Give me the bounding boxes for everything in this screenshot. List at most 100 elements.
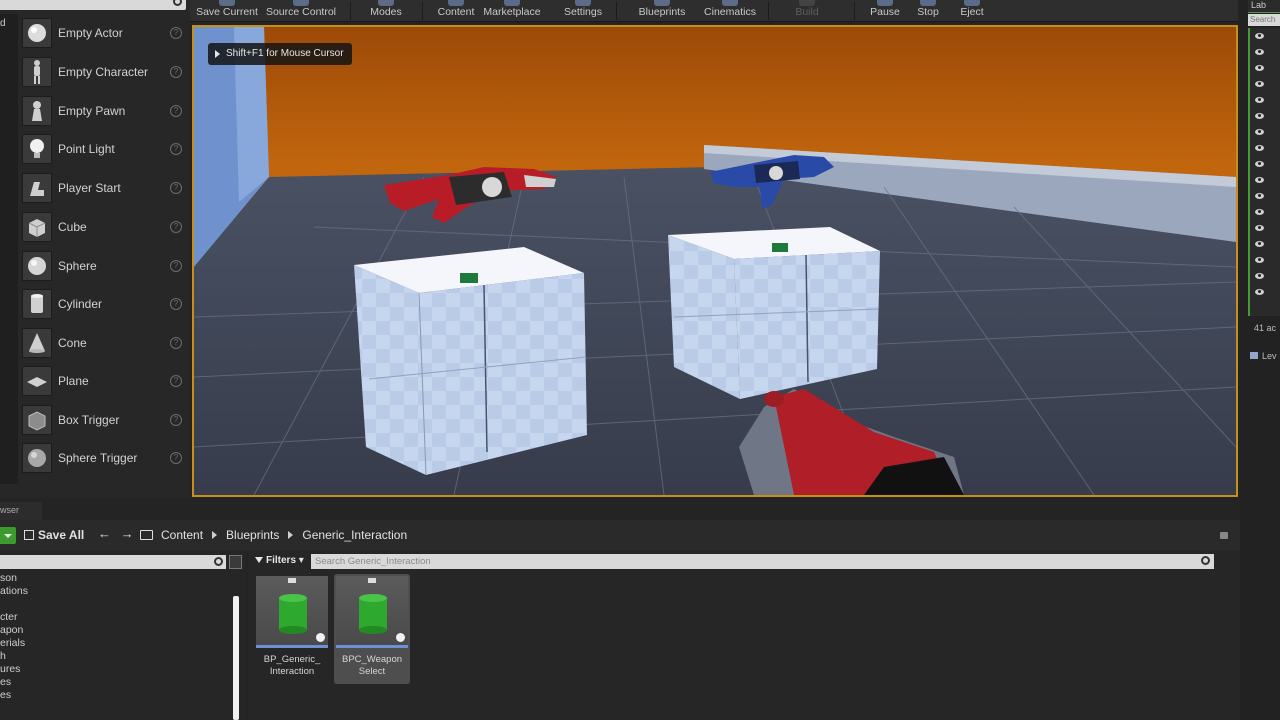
folder-tree-item[interactable]: es <box>0 676 11 688</box>
modes-button[interactable]: Modes <box>364 0 408 22</box>
folder-tree-item[interactable]: cter <box>0 611 18 623</box>
visibility-eye-icon[interactable] <box>1255 65 1264 71</box>
save-current-button[interactable]: Save Current <box>196 0 258 22</box>
info-icon[interactable]: ? <box>170 337 182 349</box>
visibility-eye-icon[interactable] <box>1255 145 1264 151</box>
outliner-search-input[interactable]: Search <box>1248 14 1280 26</box>
cinematics-button[interactable]: Cinematics <box>700 0 760 22</box>
info-icon[interactable]: ? <box>170 66 182 78</box>
sphere-icon <box>22 18 52 48</box>
player-start-icon <box>22 173 52 203</box>
visibility-eye-icon[interactable] <box>1255 113 1264 119</box>
breadcrumb-item-content[interactable]: Content <box>161 528 203 542</box>
info-icon[interactable]: ? <box>170 27 182 39</box>
unreal-editor-window: Save Current Source Control Modes Conten… <box>0 0 1280 720</box>
info-icon[interactable]: ? <box>170 452 182 464</box>
visibility-eye-icon[interactable] <box>1255 257 1264 263</box>
pause-button[interactable]: Pause <box>866 0 904 22</box>
visibility-eye-icon[interactable] <box>1255 49 1264 55</box>
visibility-eye-icon[interactable] <box>1255 193 1264 199</box>
asset-search-input[interactable]: Search Generic_Interaction <box>311 554 1214 569</box>
save-all-button[interactable]: Save All <box>24 528 84 542</box>
place-item-cylinder[interactable]: Cylinder ? <box>22 286 186 322</box>
visibility-eye-icon[interactable] <box>1255 289 1264 295</box>
history-nav-arrows[interactable]: ← → <box>98 526 137 541</box>
levels-icon <box>1250 352 1258 359</box>
info-icon[interactable]: ? <box>170 414 182 426</box>
toolbar-separator <box>422 2 423 20</box>
info-icon[interactable]: ? <box>170 298 182 310</box>
box-trigger-icon <box>22 405 52 435</box>
info-icon[interactable]: ? <box>170 375 182 387</box>
add-new-button[interactable] <box>0 527 16 544</box>
place-item-cone[interactable]: Cone ? <box>22 325 186 361</box>
level-viewport[interactable]: Shift+F1 for Mouse Cursor <box>192 25 1238 497</box>
place-item-empty-pawn[interactable]: Empty Pawn ? <box>22 93 186 129</box>
place-item-sphere[interactable]: Sphere ? <box>22 248 186 284</box>
outliner-tab[interactable]: Lab <box>1248 0 1280 13</box>
visibility-eye-icon[interactable] <box>1255 225 1264 231</box>
outliner-actor-list[interactable] <box>1248 28 1280 316</box>
folder-search-input[interactable] <box>0 555 226 569</box>
info-icon[interactable]: ? <box>170 143 182 155</box>
place-search-input[interactable] <box>0 0 186 10</box>
pawn-icon <box>22 96 52 126</box>
levels-tab[interactable]: Lev <box>1250 351 1277 361</box>
folder-tree-item[interactable]: son <box>0 572 17 584</box>
visibility-eye-icon[interactable] <box>1255 273 1264 279</box>
folder-tree-item[interactable]: ures <box>0 663 20 675</box>
visibility-eye-icon[interactable] <box>1255 33 1264 39</box>
build-button[interactable]: Build <box>788 0 826 22</box>
eject-button[interactable]: Eject <box>954 0 990 22</box>
place-item-empty-actor[interactable]: Empty Actor ? <box>22 15 186 51</box>
content-browser-toolbar: Save All ← → Content Blueprints Generic_… <box>0 520 1240 550</box>
content-browser-tab[interactable]: wser <box>0 502 42 520</box>
folder-tree-item[interactable]: apon <box>0 624 23 636</box>
info-icon[interactable]: ? <box>170 182 182 194</box>
visibility-eye-icon[interactable] <box>1255 81 1264 87</box>
place-item-empty-character[interactable]: Empty Character ? <box>22 54 186 90</box>
stop-button[interactable]: Stop <box>910 0 946 22</box>
info-icon[interactable]: ? <box>170 221 182 233</box>
folder-tree-item[interactable]: erials <box>0 637 25 649</box>
place-item-point-light[interactable]: Point Light ? <box>22 131 186 167</box>
asset-tile-bp-generic-interaction[interactable]: BP_Generic_ Interaction <box>254 574 330 684</box>
breadcrumb-item-generic-interaction[interactable]: Generic_Interaction <box>302 528 407 542</box>
place-category-tab[interactable]: d <box>0 14 18 484</box>
asset-tile-bpc-weapon-select[interactable]: BPC_Weapon Select <box>334 574 410 684</box>
lock-icon[interactable] <box>1220 532 1228 539</box>
breadcrumb-item-blueprints[interactable]: Blueprints <box>226 528 279 542</box>
search-icon <box>214 557 223 566</box>
visibility-eye-icon[interactable] <box>1255 241 1264 247</box>
folder-tree-scrollbar[interactable] <box>233 596 239 720</box>
folder-tree-item[interactable]: es <box>0 689 11 701</box>
list-view-icon[interactable] <box>229 555 242 569</box>
chevron-right-icon <box>288 531 294 539</box>
source-control-button[interactable]: Source Control <box>264 0 338 22</box>
folder-icon <box>140 530 153 540</box>
place-item-plane[interactable]: Plane ? <box>22 363 186 399</box>
blueprints-button[interactable]: Blueprints <box>634 0 690 22</box>
marketplace-button[interactable]: Marketplace <box>482 0 542 22</box>
visibility-eye-icon[interactable] <box>1255 161 1264 167</box>
place-item-sphere-trigger[interactable]: Sphere Trigger ? <box>22 440 186 476</box>
lightbulb-icon <box>22 134 52 164</box>
filters-button[interactable]: Filters ▾ <box>255 555 304 570</box>
folder-tree-item[interactable]: h <box>0 650 6 662</box>
main-toolbar: Save Current Source Control Modes Conten… <box>190 0 1238 22</box>
visibility-eye-icon[interactable] <box>1255 129 1264 135</box>
world-outliner-panel: Lab Search 41 ac Lev <box>1240 0 1280 720</box>
place-item-cube[interactable]: Cube ? <box>22 209 186 245</box>
folder-tree-item[interactable]: ations <box>0 585 28 597</box>
info-icon[interactable]: ? <box>170 105 182 117</box>
visibility-eye-icon[interactable] <box>1255 97 1264 103</box>
place-item-player-start[interactable]: Player Start ? <box>22 170 186 206</box>
settings-button[interactable]: Settings <box>560 0 606 22</box>
visibility-eye-icon[interactable] <box>1255 177 1264 183</box>
cone-icon <box>22 328 52 358</box>
content-button[interactable]: Content <box>434 0 478 22</box>
folder-tree-panel: son ations cter apon erials h ures es es <box>0 550 246 720</box>
place-item-box-trigger[interactable]: Box Trigger ? <box>22 402 186 438</box>
info-icon[interactable]: ? <box>170 260 182 272</box>
visibility-eye-icon[interactable] <box>1255 209 1264 215</box>
